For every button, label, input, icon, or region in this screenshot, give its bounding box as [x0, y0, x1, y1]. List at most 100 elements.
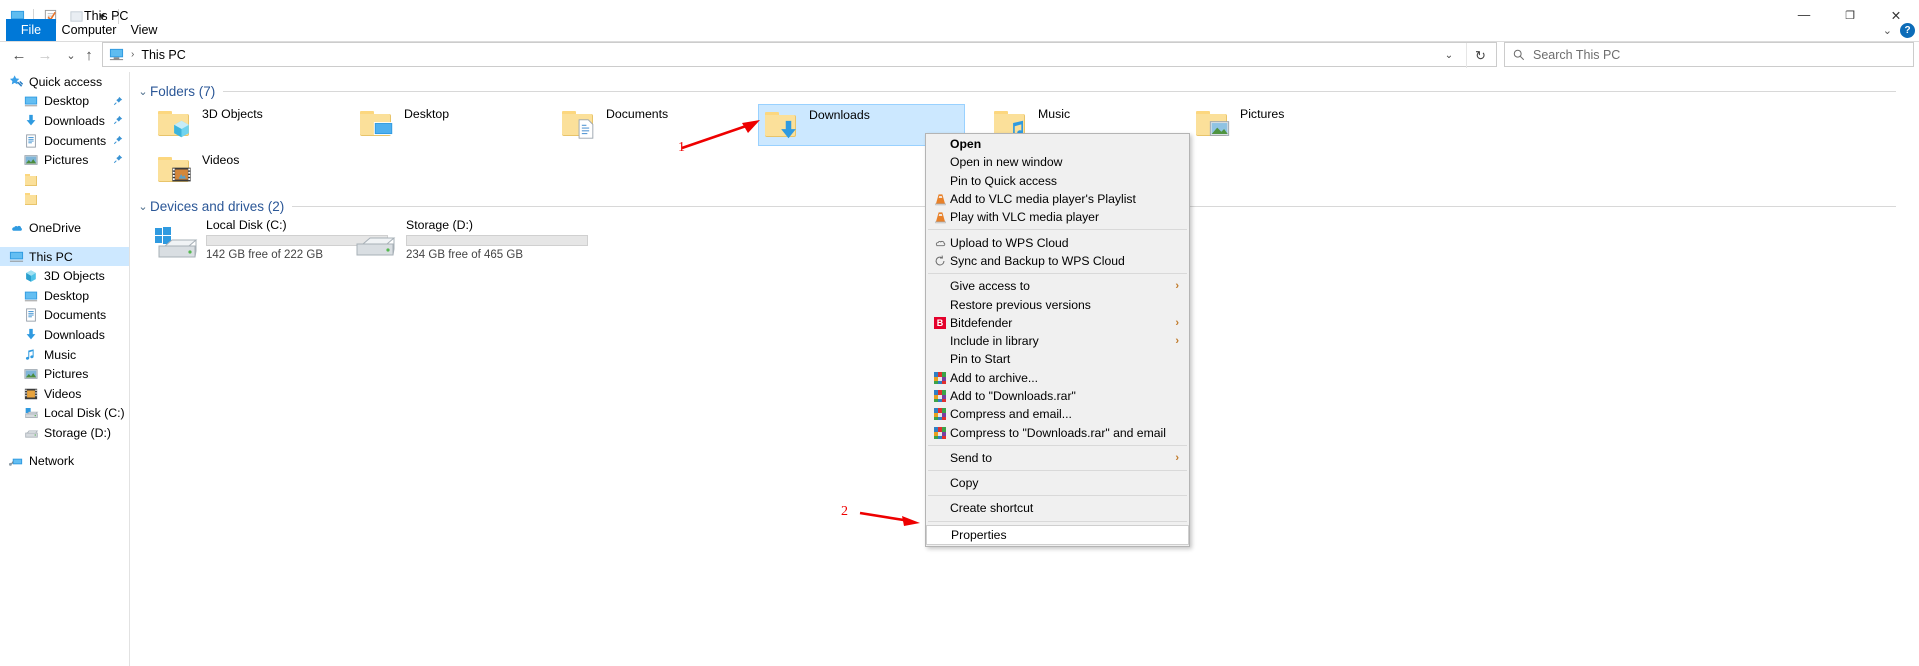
sidebar-item-storage-d[interactable]: Storage (D:)	[0, 423, 129, 443]
sidebar-item-local-disk-c[interactable]: Local Disk (C:)	[0, 404, 129, 424]
breadcrumb[interactable]: › This PC ⌄ ↻	[102, 42, 1497, 68]
folder-label: Downloads	[809, 108, 870, 122]
documents-icon	[23, 307, 39, 323]
folder-icon	[23, 191, 39, 207]
sidebar-item-network[interactable]: Network	[0, 452, 129, 472]
tab-file[interactable]: File	[6, 19, 56, 41]
menu-item-pin-to-start[interactable]: Pin to Start	[926, 350, 1189, 368]
sidebar-item-3d-objects[interactable]: 3D Objects	[0, 266, 129, 286]
menu-item-play-with-vlc[interactable]: Play with VLC media player	[926, 208, 1189, 226]
tab-computer[interactable]: Computer	[56, 19, 122, 41]
sidebar-item-desktop[interactable]: Desktop	[0, 92, 129, 112]
forward-button[interactable]: →	[32, 42, 58, 68]
sidebar-item-label: Downloads	[44, 113, 105, 128]
menu-item-add-to-archive[interactable]: Add to archive...	[926, 369, 1189, 387]
menu-item-copy[interactable]: Copy	[926, 474, 1189, 492]
context-menu[interactable]: Open Open in new window Pin to Quick acc…	[925, 133, 1190, 547]
sidebar-item-this-pc[interactable]: This PC	[0, 246, 129, 267]
menu-item-give-access-to[interactable]: Give access to ›	[926, 277, 1189, 295]
sidebar-item-label: OneDrive	[29, 220, 81, 235]
sidebar-item-label: Music	[44, 347, 77, 362]
back-button[interactable]: ←	[6, 42, 32, 68]
sidebar-item-onedrive[interactable]: OneDrive	[0, 218, 129, 238]
sidebar-item-label: Pictures	[44, 367, 89, 382]
tab-view[interactable]: View	[122, 19, 166, 41]
sidebar-item-label: Pictures	[44, 153, 89, 168]
menu-item-upload-to-wps-cloud[interactable]: Upload to WPS Cloud	[926, 233, 1189, 251]
sidebar-item-label: Quick access	[29, 74, 103, 89]
menu-item-open-in-new-window[interactable]: Open in new window	[926, 153, 1189, 171]
cloud-icon	[8, 220, 24, 236]
folder-tile-pictures[interactable]: Pictures	[1190, 104, 1395, 144]
3d-objects-icon	[157, 105, 194, 142]
chevron-down-icon[interactable]: ⌄	[1436, 43, 1462, 68]
pin-icon[interactable]	[113, 154, 123, 164]
this-pc-icon	[8, 249, 24, 265]
pin-icon[interactable]	[113, 135, 123, 145]
folder-label: Music	[1038, 107, 1071, 121]
menu-item-bitdefender[interactable]: B Bitdefender ›	[926, 314, 1189, 332]
menu-item-send-to[interactable]: Send to ›	[926, 449, 1189, 467]
breadcrumb-separator: ›	[131, 49, 135, 60]
folder-tile-desktop[interactable]: Desktop	[354, 104, 559, 144]
folder-tile-videos[interactable]: Videos	[152, 150, 357, 190]
menu-item-create-shortcut[interactable]: Create shortcut	[926, 499, 1189, 517]
sidebar-item-music[interactable]: Music	[0, 345, 129, 365]
menu-separator	[928, 444, 1187, 446]
chevron-right-icon: ›	[1175, 316, 1179, 329]
sidebar-item-pictures[interactable]: Pictures	[0, 150, 129, 170]
sidebar-item-videos[interactable]: Videos	[0, 384, 129, 404]
sidebar-item-label: Desktop	[44, 94, 90, 109]
sidebar-item-quick-access[interactable]: Quick access	[0, 72, 129, 92]
menu-item-open[interactable]: Open	[926, 135, 1189, 153]
menu-item-sync-backup-to-wps-cloud[interactable]: Sync and Backup to WPS Cloud	[926, 252, 1189, 270]
folder-label: 3D Objects	[202, 107, 263, 121]
breadcrumb-current[interactable]: This PC	[141, 48, 185, 62]
pictures-icon	[23, 152, 39, 168]
sidebar-item-desktop-pc[interactable]: Desktop	[0, 286, 129, 306]
search-input[interactable]: Search This PC	[1504, 42, 1914, 67]
menu-item-pin-to-quick-access[interactable]: Pin to Quick access	[926, 172, 1189, 190]
up-button[interactable]: ↑	[76, 42, 102, 68]
drive-tile-storage-d[interactable]: Storage (D:) 234 GB free of 465 GB	[348, 218, 593, 264]
refresh-button[interactable]: ↻	[1466, 43, 1494, 68]
menu-item-compress-and-email[interactable]: Compress and email...	[926, 405, 1189, 423]
drive-icon	[353, 226, 399, 260]
chevron-right-icon: ›	[1175, 451, 1179, 464]
group-header-folders[interactable]: ⌄ Folders (7)	[136, 82, 1896, 100]
help-icon[interactable]: ?	[1900, 22, 1915, 38]
menu-item-include-in-library[interactable]: Include in library ›	[926, 332, 1189, 350]
menu-item-add-to-downloads-rar[interactable]: Add to "Downloads.rar"	[926, 387, 1189, 405]
sidebar-item-unnamed-folder-2[interactable]	[0, 190, 129, 210]
windows-drive-icon	[23, 405, 39, 421]
sidebar-item-documents[interactable]: Documents	[0, 131, 129, 151]
sidebar-item-downloads[interactable]: Downloads	[0, 111, 129, 131]
menu-icon-none	[931, 527, 951, 543]
sidebar-item-pictures-pc[interactable]: Pictures	[0, 364, 129, 384]
menu-item-add-to-vlc-playlist[interactable]: Add to VLC media player's Playlist	[926, 190, 1189, 208]
search-placeholder: Search This PC	[1533, 47, 1621, 62]
videos-icon	[23, 386, 39, 402]
sidebar-item-documents-pc[interactable]: Documents	[0, 306, 129, 326]
chevron-down-icon[interactable]: ⌄	[136, 85, 150, 98]
sidebar-item-label: This PC	[29, 249, 73, 264]
pin-icon[interactable]	[113, 115, 123, 125]
menu-separator	[928, 273, 1187, 275]
folder-tile-3d-objects[interactable]: 3D Objects	[152, 104, 357, 144]
menu-icon-none	[930, 475, 950, 491]
desktop-icon	[359, 105, 396, 142]
music-icon	[23, 347, 39, 363]
collapse-ribbon-caret[interactable]: ⌄	[1883, 24, 1892, 37]
pin-icon[interactable]	[113, 96, 123, 106]
sidebar-item-downloads-pc[interactable]: Downloads	[0, 325, 129, 345]
menu-item-properties[interactable]: Properties	[926, 524, 1189, 545]
videos-icon	[157, 151, 194, 188]
drive-name: Storage (D:)	[406, 218, 473, 232]
menu-item-compress-to-downloads-rar-and-email[interactable]: Compress to "Downloads.rar" and email	[926, 423, 1189, 441]
pictures-icon	[1195, 105, 1232, 142]
folder-label: Desktop	[404, 107, 450, 121]
navigation-pane[interactable]: Quick access Desktop Downloads Documents	[0, 72, 129, 666]
sidebar-item-unnamed-folder-1[interactable]	[0, 170, 129, 190]
menu-item-restore-previous-versions[interactable]: Restore previous versions	[926, 295, 1189, 313]
chevron-down-icon[interactable]: ⌄	[136, 200, 150, 213]
